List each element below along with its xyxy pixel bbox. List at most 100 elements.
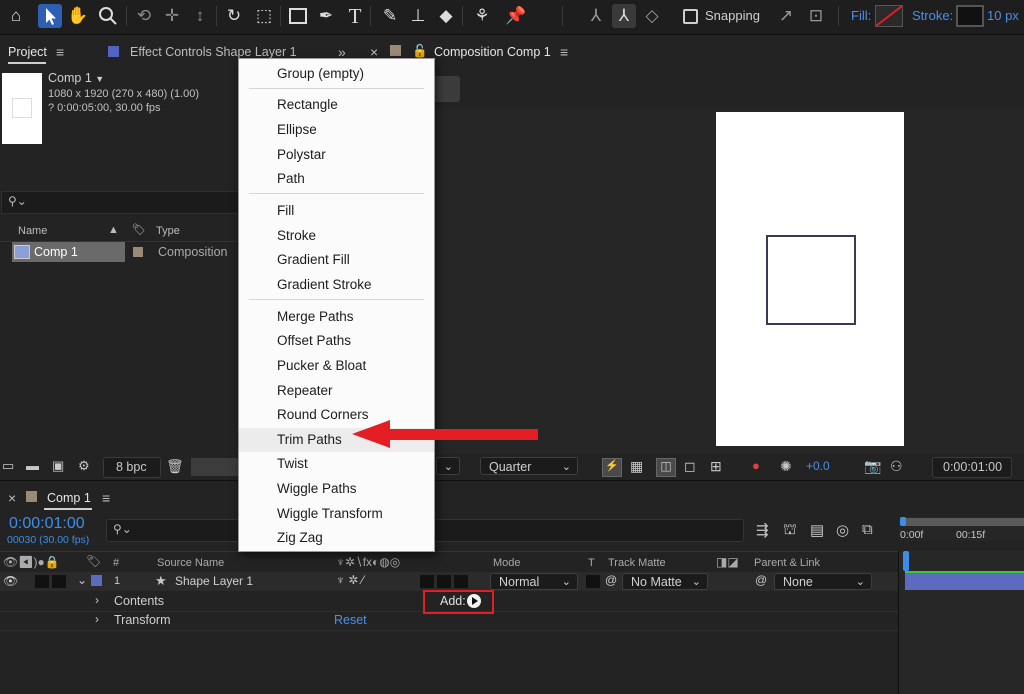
label-tag-icon[interactable]: 🏷	[132, 223, 146, 236]
zoom-icon[interactable]	[96, 4, 120, 28]
switch-box-2[interactable]	[436, 574, 452, 589]
blend-mode-dropdown[interactable]: Normal ⌄	[490, 573, 578, 590]
menu-item-rectangle[interactable]: Rectangle	[239, 93, 434, 117]
sort-up-icon[interactable]: ▲	[108, 224, 119, 236]
interpret-footage-icon[interactable]: ▭	[2, 458, 14, 474]
project-settings-icon[interactable]: ⚙	[78, 458, 90, 474]
reset-exposure-icon[interactable]: ✺	[780, 458, 792, 475]
home-icon[interactable]: ⌂	[4, 4, 28, 28]
menu-item-twist[interactable]: Twist	[239, 452, 434, 476]
stroke-swatch[interactable]	[956, 5, 984, 27]
type-icon[interactable]: T	[343, 4, 367, 28]
current-time-field[interactable]: 0:00:01:00	[932, 457, 1012, 478]
snap-edge-icon[interactable]: ↗	[774, 4, 798, 28]
playhead[interactable]	[903, 551, 909, 571]
layer-duration-bar[interactable]	[905, 571, 1024, 590]
brush-icon[interactable]: ✎	[378, 4, 402, 28]
comp-canvas[interactable]	[716, 112, 904, 446]
stroke-width-value[interactable]: 10 px	[987, 8, 1019, 23]
panel-menu-icon[interactable]: ≡	[560, 44, 568, 60]
av-features-icons[interactable]: 👁◀)●🔒	[3, 555, 60, 569]
menu-item-offset-paths[interactable]: Offset Paths	[239, 329, 434, 353]
clone-stamp-icon[interactable]: ⊥	[406, 4, 430, 28]
hand-icon[interactable]: ✋	[66, 4, 90, 28]
puppet-pin-icon[interactable]: 📌	[504, 4, 528, 28]
roto-brush-icon[interactable]: ⚘	[470, 4, 494, 28]
parent-pickwhip-icon[interactable]: @	[755, 573, 767, 587]
project-scroll-track[interactable]	[191, 458, 239, 476]
label-color-swatch[interactable]	[133, 247, 143, 257]
switches-icons[interactable]: ♆✲∖fx◐◍◎	[336, 555, 400, 569]
reset-link[interactable]: Reset	[334, 613, 367, 627]
switch-box-1[interactable]	[419, 574, 435, 589]
add-play-button[interactable]	[467, 594, 481, 608]
rotate-icon[interactable]: ↻	[222, 4, 246, 28]
motion-blur-icon[interactable]: ◎	[836, 521, 849, 539]
track-matte-dropdown[interactable]: No Matte ⌄	[622, 573, 708, 590]
chevron-right-icon[interactable]: ›	[95, 612, 99, 626]
trash-icon[interactable]: 🗑	[166, 458, 184, 475]
grid-guides-icon[interactable]: ⊞	[710, 458, 722, 475]
twirl-down-icon[interactable]: ⌄	[77, 573, 87, 587]
layer-name[interactable]: Shape Layer 1	[175, 574, 253, 588]
audio-switch[interactable]	[34, 574, 50, 589]
menu-item-gradient-stroke[interactable]: Gradient Stroke	[239, 273, 434, 297]
selection-icon[interactable]	[38, 4, 62, 28]
menu-item-merge-paths[interactable]: Merge Paths	[239, 305, 434, 329]
matte-switches-icons[interactable]: ◨◪	[716, 555, 739, 569]
shy-layers-icon[interactable]: ⛫	[783, 521, 797, 540]
orbit-icon[interactable]: ⟲	[132, 4, 156, 28]
tab-project[interactable]: Project	[8, 45, 47, 59]
tab-timeline-comp[interactable]: Comp 1	[47, 491, 91, 505]
menu-item-group-empty[interactable]: Group (empty)	[239, 62, 434, 86]
menu-item-polystar[interactable]: Polystar	[239, 143, 434, 167]
new-folder-icon[interactable]: ▬	[26, 458, 39, 473]
axis-local-icon[interactable]: ⅄	[584, 4, 608, 28]
contents-row[interactable]: › Contents Add:	[0, 590, 898, 614]
layer-row[interactable]: 👁 ⌄ 1 ★ Shape Layer 1 ♆ ✲ ⁄ Normal ⌄ @ N…	[0, 572, 898, 591]
label-tag-icon[interactable]: 🏷	[86, 554, 101, 568]
snapping-checkbox[interactable]	[683, 9, 698, 24]
col-parent-link[interactable]: Parent & Link	[754, 557, 820, 569]
transparency-grid-icon[interactable]: ▦	[630, 458, 643, 475]
col-source-name[interactable]: Source Name	[157, 557, 224, 569]
col-type[interactable]: Type	[156, 225, 180, 237]
lock-icon[interactable]: 🔓	[412, 44, 428, 59]
menu-item-wiggle-paths[interactable]: Wiggle Paths	[239, 477, 434, 501]
menu-item-stroke[interactable]: Stroke	[239, 224, 434, 248]
frame-blending-icon[interactable]: ▤	[810, 521, 824, 539]
rectangle-shape[interactable]	[766, 235, 856, 325]
solo-switch[interactable]	[51, 574, 67, 589]
panel-menu-icon[interactable]: ≡	[102, 490, 110, 506]
new-comp-icon[interactable]: ▣	[52, 458, 64, 474]
tab-effect-controls[interactable]: Effect Controls Shape Layer 1	[130, 45, 297, 59]
menu-item-zig-zag[interactable]: Zig Zag	[239, 526, 434, 550]
pen-icon[interactable]: ✒	[314, 4, 338, 28]
timeline-track-area[interactable]	[898, 551, 1024, 694]
menu-item-pucker-bloat[interactable]: Pucker & Bloat	[239, 354, 434, 378]
channel-icon[interactable]: ●	[752, 458, 760, 473]
panel-menu-icon[interactable]: ≡	[56, 44, 64, 60]
fast-previews-icon[interactable]: ⚡	[602, 458, 622, 477]
parent-dropdown[interactable]: None ⌄	[774, 573, 872, 590]
menu-item-gradient-fill[interactable]: Gradient Fill	[239, 248, 434, 272]
anchor-icon[interactable]: ⬚	[252, 4, 276, 28]
col-mode[interactable]: Mode	[493, 557, 521, 569]
region-of-interest-icon[interactable]: ◻	[684, 458, 696, 475]
visibility-eye-icon[interactable]: 👁	[3, 574, 18, 588]
layer-label-swatch[interactable]	[91, 575, 102, 586]
project-row-comp[interactable]: Comp 1 Composition	[12, 242, 240, 262]
layer-switches-icons[interactable]: ♆ ✲ ⁄	[336, 573, 364, 587]
snap-point-icon[interactable]: ⊡	[804, 4, 828, 28]
menu-item-ellipse[interactable]: Ellipse	[239, 118, 434, 142]
bit-depth-button[interactable]: 8 bpc	[103, 457, 161, 478]
resolution-dropdown[interactable]: Quarter ⌄	[480, 457, 578, 475]
eraser-icon[interactable]: ◆	[434, 4, 458, 28]
work-area-start-handle[interactable]	[900, 517, 906, 526]
exposure-value[interactable]: +0.0	[806, 459, 830, 473]
chevron-right-icon[interactable]: ›	[95, 593, 99, 607]
col-t[interactable]: T	[588, 557, 595, 569]
dolly-icon[interactable]: ↕	[188, 4, 212, 28]
menu-item-wiggle-transform[interactable]: Wiggle Transform	[239, 502, 434, 526]
mask-visibility-icon[interactable]: ◫	[656, 458, 676, 477]
